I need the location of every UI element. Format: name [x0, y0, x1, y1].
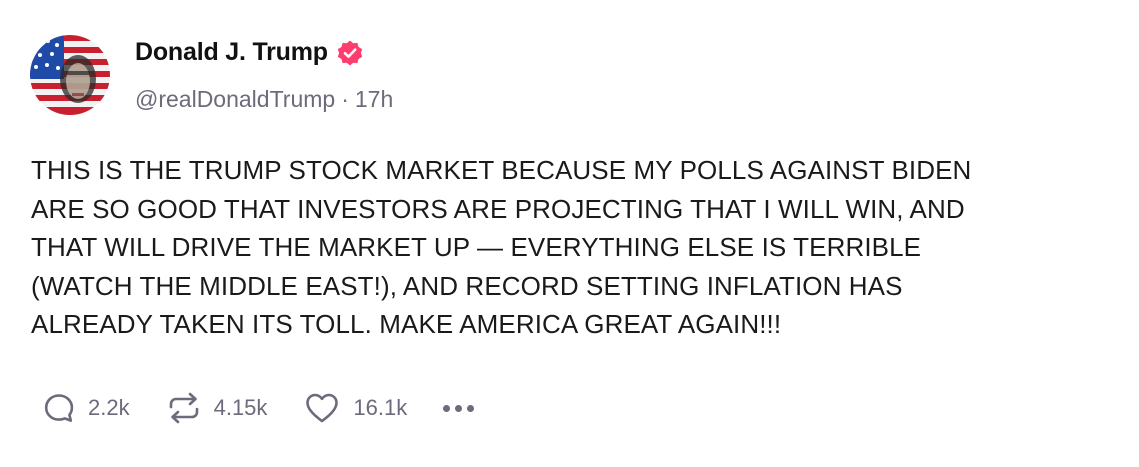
- post-timestamp[interactable]: 17h: [355, 86, 393, 113]
- reply-icon: [44, 394, 74, 422]
- repost-icon: [169, 392, 198, 424]
- more-icon-dot: [467, 404, 475, 412]
- more-icon-dot: [455, 404, 463, 412]
- reply-count: 2.2k: [88, 395, 130, 420]
- repost-count: 4.15k: [213, 395, 268, 420]
- repost-button[interactable]: 4.15k: [166, 391, 268, 425]
- author-meta-row: @realDonaldTrump · 17h: [135, 86, 393, 113]
- verified-badge-icon: [337, 40, 363, 65]
- heart-icon: [306, 393, 339, 423]
- avatar-image: [30, 35, 110, 115]
- post-card: Donald J. Trump @realDonaldTrump · 17h T…: [0, 0, 1139, 467]
- reply-button[interactable]: 2.2k: [42, 391, 130, 425]
- more-options-button[interactable]: [443, 404, 475, 412]
- author-name-row: Donald J. Trump: [135, 38, 364, 67]
- post-body-text: THIS IS THE TRUMP STOCK MARKET BECAUSE M…: [31, 155, 972, 339]
- author-display-name[interactable]: Donald J. Trump: [135, 38, 328, 67]
- post-actions-bar: 2.2k 4.15k 16.1k: [42, 388, 475, 428]
- avatar[interactable]: [30, 35, 110, 115]
- author-handle[interactable]: @realDonaldTrump: [135, 86, 335, 113]
- like-button[interactable]: 16.1k: [303, 391, 407, 425]
- meta-separator: ·: [341, 86, 349, 112]
- like-count: 16.1k: [353, 395, 408, 420]
- more-icon-dot: [443, 404, 451, 412]
